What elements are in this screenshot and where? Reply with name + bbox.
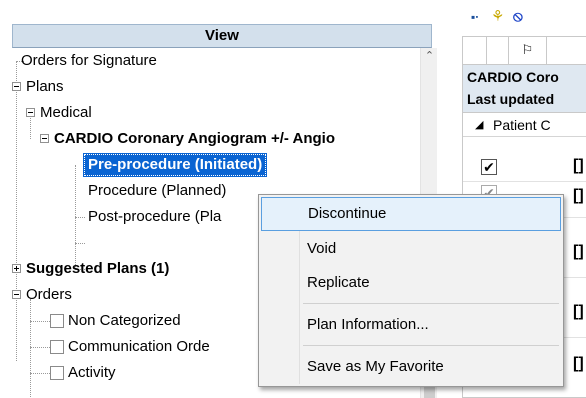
grid-header: ⚐ bbox=[463, 37, 586, 65]
row-truncated-text: [] bbox=[573, 355, 584, 372]
collapse-triangle-icon[interactable]: ◢ bbox=[475, 113, 483, 137]
collapse-icon[interactable] bbox=[12, 290, 21, 299]
tree-item-label: Suggested Plans (1) bbox=[26, 260, 170, 277]
category-checkbox[interactable] bbox=[50, 314, 64, 328]
collapse-icon[interactable] bbox=[40, 134, 49, 143]
tree-item-label: Post-procedure (Pla bbox=[88, 208, 222, 225]
menu-separator bbox=[303, 345, 559, 346]
tree-item-label: Orders for Signature bbox=[21, 52, 157, 69]
row-divider bbox=[463, 181, 586, 182]
view-panel-title: View bbox=[12, 24, 432, 48]
category-checkbox[interactable] bbox=[50, 366, 64, 380]
row-truncated-text: [] bbox=[573, 303, 584, 320]
menu-item-save-as-favorite[interactable]: Save as My Favorite bbox=[259, 350, 563, 384]
row-truncated-text: [] bbox=[573, 243, 584, 260]
category-checkbox[interactable] bbox=[50, 340, 64, 354]
tree-item-label: Non Categorized bbox=[68, 312, 181, 329]
plan-band-updated: Last updated bbox=[467, 91, 555, 107]
tree-guide-line bbox=[16, 61, 17, 361]
tree-item-label: Pre-procedure (Initiated) bbox=[82, 153, 268, 177]
tree-item-label: Plans bbox=[26, 78, 64, 95]
tree-item-label: Medical bbox=[40, 104, 92, 121]
tree-item-label: Communication Orde bbox=[68, 338, 210, 355]
row-checkbox[interactable]: ✔ bbox=[481, 159, 497, 175]
plan-band: CARDIO Coro Last updated bbox=[463, 65, 586, 113]
tree-item-label: CARDIO Coronary Angiogram +/- Angio bbox=[54, 130, 335, 147]
plan-band-title: CARDIO Coro bbox=[467, 69, 559, 85]
grid-header-cell[interactable] bbox=[487, 37, 509, 65]
tree-guide-line bbox=[30, 373, 50, 374]
menu-item-replicate[interactable]: Replicate bbox=[259, 266, 563, 300]
tree-item-label: Procedure (Planned) bbox=[88, 182, 227, 199]
row-truncated-text: [] bbox=[573, 157, 584, 174]
flag-icon[interactable]: ⚐ bbox=[509, 37, 547, 65]
menu-item-discontinue[interactable]: Discontinue bbox=[261, 197, 561, 231]
grid-header-cell[interactable] bbox=[463, 37, 487, 65]
scroll-up-arrow-icon[interactable]: ⌃ bbox=[421, 48, 438, 65]
grid-menu-icon[interactable]: ▪∙ bbox=[471, 8, 479, 26]
collapse-icon[interactable] bbox=[26, 108, 35, 117]
group-label: Patient C bbox=[493, 117, 551, 133]
lightbulb-icon[interactable]: ⚘ bbox=[491, 8, 504, 26]
plan-context-menu: Discontinue Void Replicate Plan Informat… bbox=[258, 194, 564, 387]
tree-item-label: Orders bbox=[26, 286, 72, 303]
tree-guide-line bbox=[30, 347, 50, 348]
expand-icon[interactable] bbox=[12, 264, 21, 273]
tree-guide-line bbox=[75, 217, 85, 218]
no-entry-icon[interactable]: ⦸ bbox=[513, 8, 523, 26]
menu-separator bbox=[303, 303, 559, 304]
patient-care-group-row[interactable]: ◢ Patient C bbox=[463, 113, 586, 137]
tree-guide-line bbox=[75, 243, 85, 244]
tree-item-label: Activity bbox=[68, 364, 116, 381]
menu-item-void[interactable]: Void bbox=[259, 232, 563, 266]
collapse-icon[interactable] bbox=[12, 82, 21, 91]
tree-guide-line bbox=[30, 299, 31, 398]
tree-guide-line bbox=[30, 321, 50, 322]
row-truncated-text: [] bbox=[573, 187, 584, 204]
menu-item-plan-information[interactable]: Plan Information... bbox=[259, 308, 563, 342]
